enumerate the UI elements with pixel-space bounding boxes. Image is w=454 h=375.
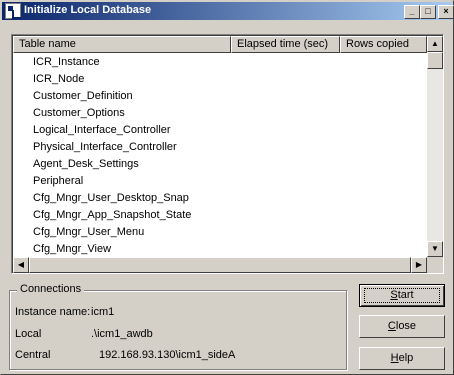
initialize-local-database-window: Initialize Local Database _ □ × Table na… [0, 0, 454, 375]
central-value: 192.168.93.130\icm1_sideA [99, 349, 236, 361]
window-title: Initialize Local Database [24, 4, 152, 16]
tables-list-view[interactable]: Table name Elapsed time (sec) Rows copie… [11, 34, 444, 274]
focus-rectangle [364, 288, 440, 303]
app-icon[interactable] [5, 3, 21, 19]
title-bar[interactable]: Initialize Local Database _ □ × [2, 2, 454, 20]
horizontal-scroll-thumb[interactable] [29, 257, 411, 273]
horizontal-scrollbar[interactable]: ◀ ▶ [13, 257, 427, 273]
help-label: elp [398, 352, 414, 364]
close-button[interactable]: Close [359, 315, 445, 338]
maximize-button[interactable]: □ [420, 5, 436, 19]
scroll-down-icon[interactable]: ▼ [427, 241, 443, 257]
list-item[interactable]: ICR_Instance [13, 54, 427, 71]
scrollbar-corner [427, 257, 443, 273]
help-mnemonic: H [390, 352, 399, 364]
start-button[interactable]: Start [359, 284, 445, 307]
minimize-button[interactable]: _ [404, 5, 420, 19]
table-rows: ICR_Instance ICR_Node Customer_Definitio… [13, 54, 427, 258]
list-item[interactable]: Agent_Desk_Settings [13, 156, 427, 173]
close-label: lose [395, 320, 417, 332]
list-item[interactable]: Cfg_Mngr_User_Menu [13, 224, 427, 241]
close-mnemonic: C [387, 320, 396, 332]
list-item[interactable]: Cfg_Mngr_App_Snapshot_State [13, 207, 427, 224]
list-item[interactable]: Customer_Definition [13, 88, 427, 105]
scroll-up-icon[interactable]: ▲ [427, 36, 443, 52]
column-header-elapsed-time[interactable]: Elapsed time (sec) [231, 36, 340, 53]
connections-group-label: Connections [17, 283, 85, 295]
scroll-right-icon[interactable]: ▶ [411, 257, 427, 273]
vertical-scroll-thumb[interactable] [427, 52, 443, 69]
vertical-scrollbar[interactable]: ▲ ▼ [427, 36, 443, 257]
instance-name-value: icm1 [91, 306, 115, 318]
list-item[interactable]: Cfg_Mngr_User_Desktop_Snap [13, 190, 427, 207]
column-header-rows-copied[interactable]: Rows copied [340, 36, 427, 53]
list-item[interactable]: Cfg_Mngr_View [13, 241, 427, 258]
central-label: Central [15, 349, 51, 361]
list-item[interactable]: Customer_Options [13, 105, 427, 122]
close-window-button[interactable]: × [438, 5, 454, 19]
list-item[interactable]: Peripheral [13, 173, 427, 190]
local-label: Local [15, 328, 42, 340]
help-button[interactable]: Help [359, 347, 445, 370]
scroll-left-icon[interactable]: ◀ [13, 257, 29, 273]
column-header-table-name[interactable]: Table name [13, 36, 231, 53]
instance-name-label: Instance name: [15, 306, 91, 318]
list-item[interactable]: ICR_Node [13, 71, 427, 88]
list-item[interactable]: Logical_Interface_Controller [13, 122, 427, 139]
list-item[interactable]: Physical_Interface_Controller [13, 139, 427, 156]
local-value: .\icm1_awdb [91, 328, 153, 340]
connections-group: Connections Instance name: icm1 Local .\… [9, 283, 347, 370]
